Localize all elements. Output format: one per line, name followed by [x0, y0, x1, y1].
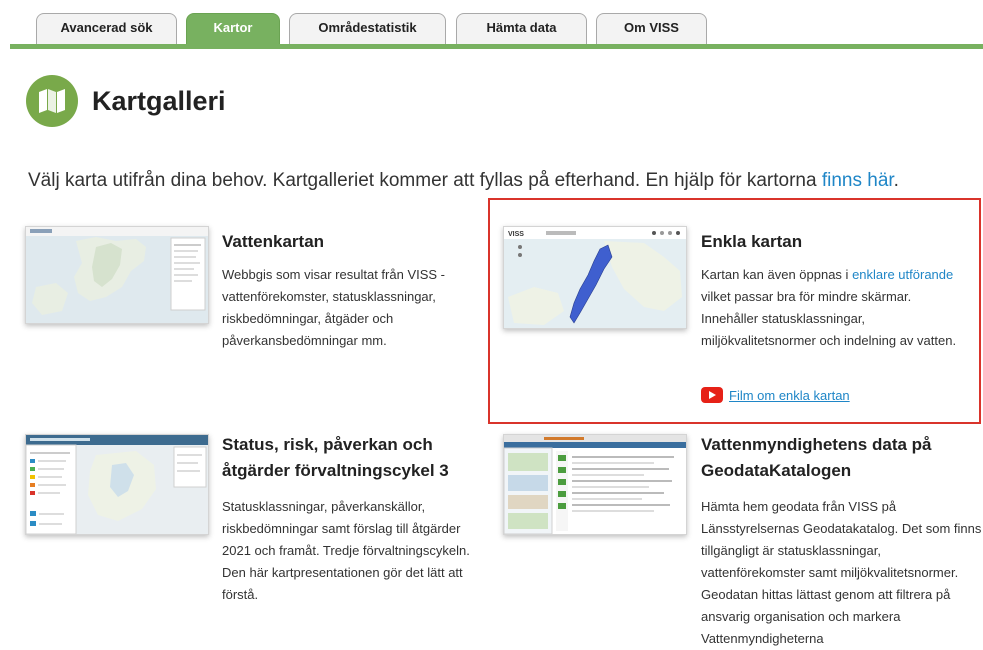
tab-label: Om VISS — [624, 20, 679, 35]
enklare-utforande-link[interactable]: enklare utförande — [852, 267, 953, 282]
intro-end: . — [893, 170, 899, 191]
film-link[interactable]: Film om enkla kartan — [701, 387, 850, 403]
tab-label: Områdestatistik — [318, 20, 417, 35]
geodata-title[interactable]: Vattenmyndighetens data på GeodataKatalo… — [701, 432, 971, 484]
enkla-kartan-thumbnail[interactable]: VISS — [503, 226, 687, 329]
status-thumbnail[interactable] — [25, 434, 209, 535]
enkla-kartan-title[interactable]: Enkla kartan — [701, 229, 802, 255]
page-header: Kartgalleri — [26, 75, 226, 127]
desc-text: Kartan kan även öppnas i — [701, 267, 853, 282]
tab-avancerad-sok[interactable]: Avancerad sök — [36, 13, 177, 46]
tab-label: Hämta data — [486, 20, 557, 35]
youtube-play-icon — [701, 387, 723, 403]
intro-body: Välj karta utifrån dina behov. Kartgalle… — [28, 170, 822, 191]
vattenkartan-description: Webbgis som visar resultat från VISS - v… — [222, 267, 446, 348]
page-title: Kartgalleri — [92, 85, 226, 116]
help-link[interactable]: finns här — [822, 170, 894, 191]
tab-underline — [10, 44, 983, 49]
geodata-description: Hämta hem geodata från VISS på Länsstyre… — [701, 499, 982, 646]
tab-kartor[interactable]: Kartor — [186, 13, 280, 46]
status-title[interactable]: Status, risk, påverkan och åtgärder förv… — [222, 432, 477, 484]
film-link-label: Film om enkla kartan — [729, 387, 850, 403]
status-description: Statusklassningar, påverkanskällor, risk… — [222, 499, 470, 602]
intro-text: Välj karta utifrån dina behov. Kartgalle… — [28, 170, 899, 192]
svg-text:VISS: VISS — [508, 231, 524, 238]
tab-label: Avancerad sök — [60, 20, 153, 35]
tab-bar: Avancerad sök Kartor Områdestatistik Häm… — [0, 0, 983, 49]
tab-omradestatistik[interactable]: Områdestatistik — [289, 13, 446, 46]
tab-om-viss[interactable]: Om VISS — [596, 13, 707, 46]
map-icon — [26, 75, 78, 127]
tab-hamta-data[interactable]: Hämta data — [456, 13, 587, 46]
enkla-kartan-description: Kartan kan även öppnas i enklare utföran… — [701, 264, 966, 352]
tab-label: Kartor — [213, 20, 253, 35]
vattenkartan-title[interactable]: Vattenkartan — [222, 229, 324, 255]
geodata-thumbnail[interactable] — [503, 434, 687, 535]
vattenkartan-thumbnail[interactable] — [25, 226, 209, 324]
desc-text: vilket passar bra för mindre skärmar. In… — [701, 289, 957, 348]
